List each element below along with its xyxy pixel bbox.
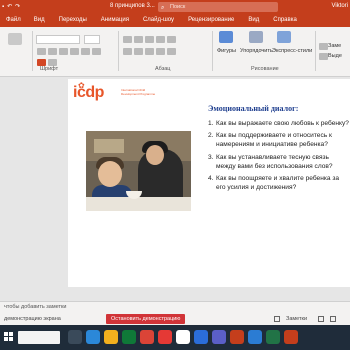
font-group — [36, 29, 116, 66]
align-left-icon[interactable] — [123, 48, 132, 55]
clipboard-group — [2, 29, 30, 65]
strikethrough-icon[interactable] — [70, 48, 79, 55]
shapes-label[interactable]: Фигуры — [217, 48, 236, 54]
file-explorer-icon[interactable] — [104, 330, 118, 344]
store-icon[interactable] — [176, 330, 190, 344]
task-view-icon[interactable] — [68, 330, 82, 344]
edge-icon[interactable] — [122, 330, 136, 344]
select-icon — [319, 53, 328, 60]
screen-sharing-note: демонстрацию экрана — [4, 316, 61, 322]
underline-icon[interactable] — [59, 48, 68, 55]
drawing-group-label: Рисование — [251, 66, 279, 72]
save-icon[interactable]: ▪ — [2, 4, 4, 10]
tab-review[interactable]: Рецензирование — [181, 14, 241, 27]
user-name[interactable]: Viktori — [331, 3, 348, 9]
list-item: 1. Как вы выражаете свою любовь к ребенку… — [208, 120, 349, 127]
paragraph-group — [122, 29, 212, 65]
tab-transitions[interactable]: Переходы — [52, 14, 94, 27]
search-placeholder: Поиск — [170, 4, 186, 10]
bullets-icon[interactable] — [123, 36, 132, 43]
notes-placeholder: чтобы добавить заметки — [4, 304, 67, 310]
excel-icon[interactable] — [266, 330, 280, 344]
ribbon-tabs: Файл Вид Переходы Анимация Слайд-шоу Рец… — [0, 14, 350, 27]
justify-icon[interactable] — [156, 48, 165, 55]
ribbon-separator — [212, 31, 213, 71]
slide-sorter-icon[interactable] — [330, 316, 336, 322]
quick-styles-label[interactable]: Экспресс-стили — [272, 48, 312, 54]
powerpoint-2-icon[interactable] — [284, 330, 298, 344]
logo-text: icdp — [73, 84, 104, 101]
opera-icon[interactable] — [158, 330, 172, 344]
align-center-icon[interactable] — [134, 48, 143, 55]
redo-icon[interactable]: ↷ — [15, 3, 20, 10]
line-spacing-icon[interactable] — [167, 36, 176, 43]
quick-styles-icon[interactable] — [277, 31, 291, 43]
align-right-icon[interactable] — [145, 48, 154, 55]
document-title: 8 принципов 3... — [110, 3, 155, 9]
stop-sharing-button[interactable]: Остановить демонстрацию — [106, 314, 186, 324]
list-item: 3. Как вы устанавливаете тесную связь меж… — [208, 153, 333, 170]
ribbon: Шрифт Абзац Фигуры Упорядочить Экспресс-… — [0, 27, 350, 77]
columns-icon[interactable] — [167, 48, 176, 55]
replace-button[interactable]: Заме — [328, 43, 341, 49]
search-icon: ⌕ — [161, 5, 165, 11]
ribbon-separator — [315, 31, 316, 71]
notes-pane[interactable]: чтобы добавить заметки — [0, 301, 350, 313]
photo-shelf — [94, 139, 124, 153]
numbering-icon[interactable] — [134, 36, 143, 43]
ribbon-separator — [118, 31, 119, 71]
logo-subtitle: International Child Development Programm… — [121, 88, 156, 96]
notes-icon — [274, 316, 280, 322]
photo-adult-face — [146, 145, 164, 165]
tab-view[interactable]: Вид — [241, 14, 266, 27]
shadow-icon[interactable] — [81, 48, 90, 55]
quick-access-toolbar: ▪ ↶ ↷ — [2, 3, 20, 11]
tab-file[interactable]: Файл — [0, 14, 27, 27]
mail-icon[interactable] — [86, 330, 100, 344]
tab-help[interactable]: Справка — [266, 14, 304, 27]
increase-indent-icon[interactable] — [156, 36, 165, 43]
chrome-icon[interactable] — [140, 330, 154, 344]
editing-group: Заме Выде — [318, 29, 350, 65]
list-item: 4. Как вы поощряете и хвалите ребенка за … — [208, 175, 340, 192]
taskbar-search[interactable] — [18, 331, 60, 344]
decrease-indent-icon[interactable] — [145, 36, 154, 43]
search-box[interactable]: ⌕ Поиск — [158, 2, 278, 12]
slide-title[interactable]: Эмоциональный диалог: — [208, 104, 298, 113]
undo-icon[interactable]: ↶ — [7, 3, 12, 10]
slide-canvas[interactable]: ✿ icdp International Child Development P… — [68, 79, 350, 287]
status-bar: демонстрацию экрана Остановить демонстра… — [0, 313, 350, 325]
question-list[interactable]: 1. Как вы выражаете свою любовь к ребенку… — [208, 119, 350, 195]
windows-start-icon[interactable] — [4, 332, 14, 342]
paragraph-group-label: Абзац — [155, 66, 171, 72]
select-button[interactable]: Выде — [328, 53, 342, 59]
shapes-icon[interactable] — [219, 31, 233, 43]
tab-view-1[interactable]: Вид — [27, 14, 52, 27]
paste-icon[interactable] — [8, 33, 22, 45]
drawing-group: Фигуры Упорядочить Экспресс-стили — [215, 29, 312, 65]
arrange-label[interactable]: Упорядочить — [240, 48, 273, 54]
spacing-icon[interactable] — [92, 48, 101, 55]
notes-button[interactable]: Заметки — [286, 316, 307, 322]
ribbon-separator — [32, 31, 33, 71]
font-group-label: Шрифт — [40, 66, 59, 72]
title-bar: ▪ ↶ ↷ 8 принципов 3... ⌕ Поиск Viktori — [0, 0, 350, 14]
word-icon[interactable] — [248, 330, 262, 344]
normal-view-icon[interactable] — [318, 316, 324, 322]
taskbar — [0, 325, 350, 350]
highlight-icon[interactable] — [48, 59, 57, 66]
photo-table — [86, 197, 191, 211]
teams-icon[interactable] — [212, 330, 226, 344]
tab-slideshow[interactable]: Слайд-шоу — [136, 14, 181, 27]
list-item: 2. Как вы поддерживаете и относитесь к на… — [208, 132, 332, 149]
zoom-icon[interactable] — [194, 330, 208, 344]
replace-icon — [319, 43, 328, 50]
tab-animation[interactable]: Анимация — [94, 14, 136, 27]
powerpoint-icon[interactable] — [230, 330, 244, 344]
photo-child-face — [98, 161, 122, 187]
font-color-icon[interactable] — [37, 59, 46, 66]
slide-photo[interactable] — [86, 131, 191, 211]
slide-thumbnail-pane[interactable] — [0, 77, 68, 301]
arrange-icon[interactable] — [249, 31, 263, 43]
